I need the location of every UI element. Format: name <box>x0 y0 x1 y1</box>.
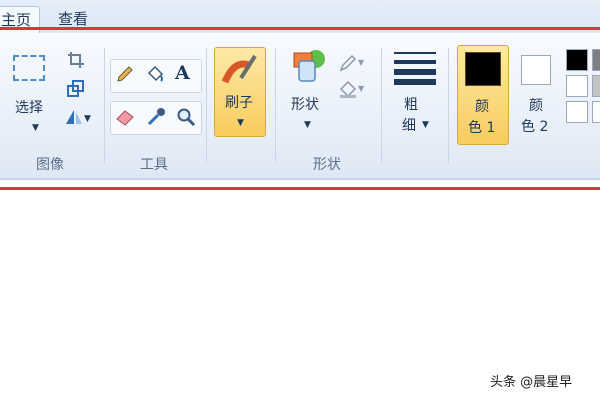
svg-text:▼: ▼ <box>84 114 91 124</box>
brushes-label: 刷子 <box>225 95 253 111</box>
watermark-text: 头条 @晨星早 <box>490 375 573 390</box>
shapes-button-label: 形状 <box>291 97 319 113</box>
svg-text:▼: ▼ <box>358 84 365 93</box>
color2-button[interactable]: 颜 色 2 <box>515 45 559 145</box>
color2-label-line2: 色 2 <box>521 119 549 135</box>
group-label-image: 图像 <box>36 157 64 173</box>
palette-color-swatch[interactable] <box>566 101 588 123</box>
color2-swatch <box>521 55 551 85</box>
group-label-shapes: 形状 <box>313 157 341 173</box>
chevron-down-icon: ▼ <box>422 120 429 130</box>
select-rectangle-icon <box>13 55 45 81</box>
resize-icon[interactable] <box>66 79 86 99</box>
magnifier-icon[interactable] <box>176 107 196 127</box>
size-label-line2: 细 <box>402 118 416 134</box>
color1-button[interactable]: 颜 色 1 <box>457 45 509 145</box>
separator <box>104 48 105 163</box>
size-button[interactable]: 粗 细 ▼ <box>390 47 440 137</box>
select-label: 选择 <box>15 100 43 116</box>
palette-color-swatch[interactable] <box>592 101 600 123</box>
palette-color-swatch[interactable] <box>566 49 588 71</box>
color2-label-line1: 颜 <box>529 98 543 114</box>
svg-text:▼: ▼ <box>358 58 365 67</box>
color1-swatch <box>465 52 501 86</box>
line-size-icon <box>394 51 436 85</box>
separator <box>448 48 449 163</box>
color1-label-line1: 颜 <box>475 99 489 115</box>
text-icon[interactable]: A <box>175 63 195 83</box>
palette-color-swatch[interactable] <box>592 75 600 97</box>
highlight-line-top <box>0 27 600 30</box>
drawing-canvas[interactable] <box>0 190 600 400</box>
separator <box>275 48 276 163</box>
chevron-down-icon: ▼ <box>237 118 244 128</box>
separator <box>381 48 382 163</box>
eraser-icon[interactable] <box>115 107 135 127</box>
fill-icon[interactable]: ▼ <box>338 79 368 99</box>
group-label-tools: 工具 <box>140 157 168 173</box>
palette-color-swatch[interactable] <box>592 49 600 71</box>
brushes-button[interactable]: 刷子 ▼ <box>214 47 266 137</box>
shapes-button[interactable]: 形状 ▼ <box>284 47 330 133</box>
palette-color-swatch[interactable] <box>566 75 588 97</box>
brush-icon <box>221 52 259 88</box>
size-label-line1: 粗 <box>404 97 418 113</box>
rotate-icon[interactable]: ▼ <box>63 107 93 127</box>
separator <box>206 48 207 163</box>
select-button[interactable]: 选择 ▼ <box>8 51 52 137</box>
shapes-icon <box>290 49 326 83</box>
pencil-icon[interactable] <box>115 64 135 84</box>
chevron-down-icon: ▼ <box>304 120 311 130</box>
color1-label-line2: 色 1 <box>468 120 496 136</box>
fill-bucket-icon[interactable] <box>145 64 165 84</box>
chevron-down-icon: ▼ <box>32 123 39 133</box>
ribbon-home: 选择 ▼ ▼ 图像 A 工具 刷子 ▼ 形状 ▼ ▼ ▼ 形状 粗 细 ▼ 颜 … <box>0 33 600 180</box>
outline-icon[interactable]: ▼ <box>338 53 368 73</box>
crop-icon[interactable] <box>66 50 86 70</box>
ribbon-bottom-border <box>0 178 600 180</box>
color-picker-icon[interactable] <box>146 107 166 127</box>
